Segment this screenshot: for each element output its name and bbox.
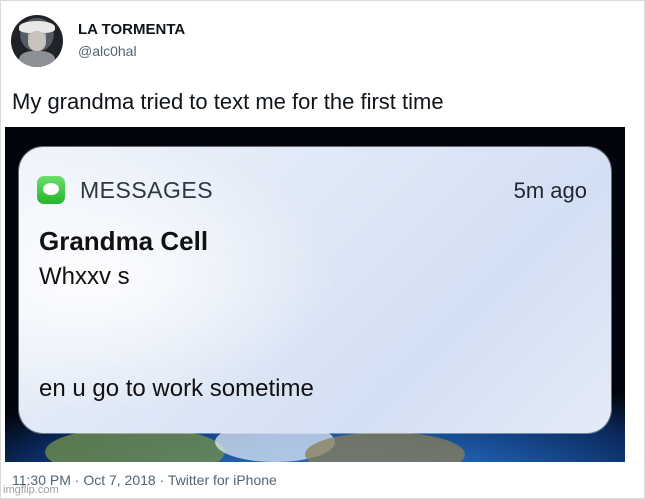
notification-message-line: en u go to work sometime <box>39 375 314 402</box>
notification-app-name: MESSAGES <box>80 177 214 203</box>
watermark: imgflip.com <box>3 484 59 496</box>
notification-message-line: Whxxv s <box>39 263 130 290</box>
tweet-text: My grandma tried to text me for the firs… <box>12 89 444 114</box>
tweet-card: LA TORMENTA @alc0hal My grandma tried to… <box>0 0 645 499</box>
avatar-face <box>28 31 46 51</box>
message-notification: MESSAGES 5m ago Grandma Cell Whxxv s en … <box>19 147 611 433</box>
notification-time: 5m ago <box>513 178 587 203</box>
notification-sender: Grandma Cell <box>39 226 209 256</box>
author-name[interactable]: LA TORMENTA <box>78 21 185 38</box>
avatar[interactable] <box>11 15 63 67</box>
tweet-image[interactable]: MESSAGES 5m ago Grandma Cell Whxxv s en … <box>5 127 625 462</box>
author-handle[interactable]: @alc0hal <box>78 43 137 59</box>
avatar-body <box>19 51 55 67</box>
messages-app-icon <box>37 176 65 204</box>
